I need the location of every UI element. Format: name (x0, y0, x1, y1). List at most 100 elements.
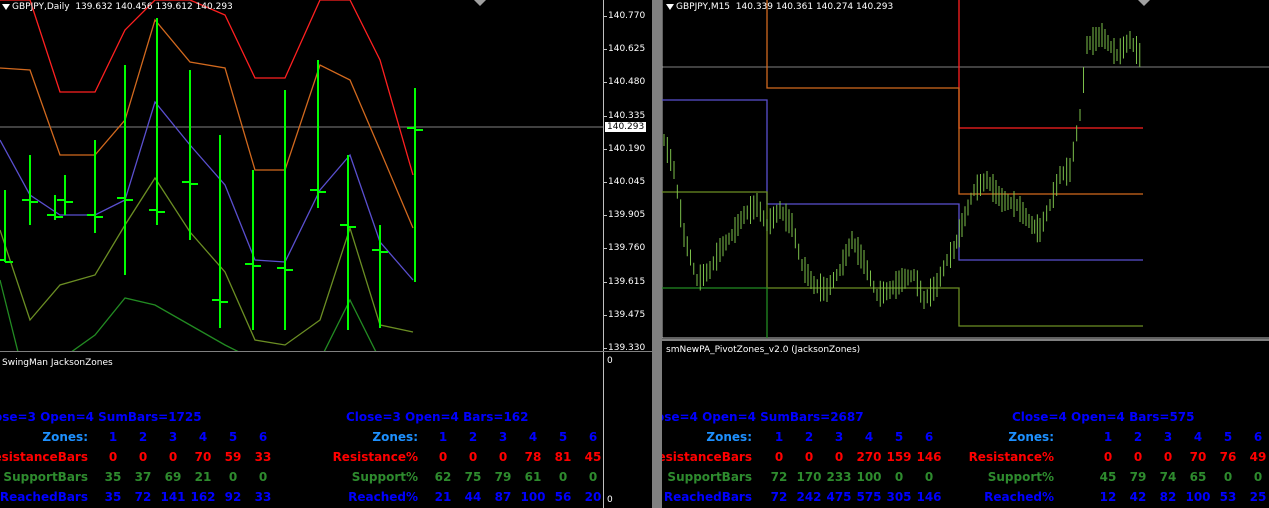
price-tick-label: 139.330 (608, 343, 646, 351)
stats-reach-value: 21 (434, 490, 452, 504)
stats-res-value: 76 (1219, 450, 1237, 464)
stats-sup-value: 0 (924, 470, 934, 484)
chart-tab-marker-icon (1138, 0, 1150, 6)
stats-reach-label: Reached% (348, 490, 418, 504)
price-tick-label: 140.770 (608, 11, 646, 21)
stats-reach-value: 575 (856, 490, 882, 504)
price-tick-label: 140.335 (608, 110, 646, 121)
stats-res-value: 270 (856, 450, 882, 464)
stats-reach-value: 44 (464, 490, 482, 504)
stats-sup-label: Support% (351, 470, 418, 484)
stats-zones-label: Zones: (1008, 430, 1054, 444)
price-tick-mark (603, 82, 607, 84)
left-price-chart[interactable]: GBPJPY,Daily 139.632 140.456 139.612 140… (0, 0, 652, 351)
price-tick-mark (603, 215, 607, 217)
price-tick-mark (603, 248, 607, 250)
price-tick-mark (603, 281, 607, 283)
stats-res-value: 81 (554, 450, 572, 464)
stats-zones-label: Zones: (42, 430, 88, 444)
stats-reach-value: 87 (494, 490, 512, 504)
chart-menu-triangle-icon[interactable] (666, 4, 674, 10)
stats-zones-value: 3 (1163, 430, 1173, 444)
pivot-zone-line (662, 191, 1143, 327)
right-price-chart[interactable]: GBPJPY,M15 140.339 140.361 140.274 140.2… (662, 0, 1269, 339)
stats-sup-value: 35 (104, 470, 122, 484)
stats-zones-value: 3 (498, 430, 508, 444)
right-chart-title: GBPJPY,M15 (676, 2, 731, 12)
stats-reach-value: 20 (584, 490, 602, 504)
stats-sup-value: 75 (464, 470, 482, 484)
stats-reach-value: 33 (254, 490, 272, 504)
stats-sup-value: 0 (588, 470, 598, 484)
stats-sup-value: 65 (1189, 470, 1207, 484)
stats-sup-value: 79 (494, 470, 512, 484)
stats-reach-value: 92 (224, 490, 242, 504)
stats-zones-value: 5 (894, 430, 904, 444)
stats-res-value: 59 (224, 450, 242, 464)
stats-reach-value: 72 (134, 490, 152, 504)
stats-res-label: Resistance% (332, 450, 418, 464)
right-chart-header: GBPJPY,M15 140.339 140.361 140.274 140.2… (676, 2, 893, 13)
stats-sup-value: 74 (1159, 470, 1177, 484)
stats-header: Close=3 Open=4 Bars=162 (346, 410, 529, 424)
left-chart-header: GBPJPY,Daily 139.632 140.456 139.612 140… (12, 2, 233, 13)
stats-reach-value: 12 (1099, 490, 1117, 504)
stats-sup-label: Support% (987, 470, 1054, 484)
price-tick-label: 140.045 (608, 177, 646, 187)
stats-reach-value: 305 (886, 490, 912, 504)
stats-zones-value: 5 (1223, 430, 1233, 444)
stats-res-value: 49 (1249, 450, 1267, 464)
stats-res-value: 70 (1189, 450, 1207, 464)
stats-zones-value: 4 (528, 430, 538, 444)
stats-zones-value: 2 (468, 430, 478, 444)
stats-reach-value: 100 (1185, 490, 1211, 504)
stats-zones-value: 4 (864, 430, 874, 444)
stats-zones-value: 5 (558, 430, 568, 444)
chart-tab-marker-icon (474, 0, 486, 6)
stats-zones-value: 2 (804, 430, 814, 444)
stats-res-value: 159 (886, 450, 912, 464)
stats-header: Close=4 Open=4 Bars=575 (1012, 410, 1195, 424)
price-tick-label: 139.760 (608, 243, 646, 254)
stats-header: ose=3 Open=4 SumBars=1725 (0, 410, 202, 424)
stats-res-value: 0 (1163, 450, 1173, 464)
stats-zones-value: 1 (438, 430, 448, 444)
stats-reach-value: 141 (160, 490, 186, 504)
price-tick-label: 139.475 (608, 309, 646, 320)
stats-sup-value: 79 (1129, 470, 1147, 484)
stats-zones-value: 4 (198, 430, 208, 444)
stats-zones-value: 6 (258, 430, 268, 444)
stats-zones-value: 1 (108, 430, 118, 444)
price-tick-label: 139.905 (608, 210, 646, 221)
pivot-zone-line (766, 0, 1143, 195)
stats-zones-value: 1 (1103, 430, 1113, 444)
stats-reach-value: 162 (190, 490, 216, 504)
stats-reach-value: 42 (1129, 490, 1147, 504)
stats-res-value: 70 (194, 450, 212, 464)
stats-reach-value: 35 (104, 490, 122, 504)
stats-sup-value: 0 (1253, 470, 1263, 484)
stats-reach-value: 25 (1249, 490, 1267, 504)
stats-zones-label: Zones: (706, 430, 752, 444)
stats-sup-value: 0 (558, 470, 568, 484)
chart-menu-triangle-icon[interactable] (2, 4, 10, 10)
right-indicator-panel[interactable]: smNewPA_PivotZones_v2.0 (JacksonZones) o… (662, 341, 1269, 508)
right-chart-canvas (662, 0, 1269, 339)
left-indicator-axis-top: 0 (607, 356, 613, 366)
stats-res-value: 0 (108, 450, 118, 464)
price-tick-mark (603, 148, 607, 150)
price-tick-label: 139.615 (608, 276, 646, 287)
left-indicator-panel[interactable]: 0 0 SwingMan JacksonZones ose=3 Open=4 S… (0, 352, 652, 508)
stats-res-value: 0 (834, 450, 844, 464)
stats-zones-value: 6 (924, 430, 934, 444)
stats-header: ose=4 Open=4 SumBars=2687 (662, 410, 864, 424)
stats-zones-value: 2 (138, 430, 148, 444)
price-tick-label: 140.625 (608, 44, 646, 55)
stats-zones-value: 5 (228, 430, 238, 444)
stats-zones-value: 2 (1133, 430, 1143, 444)
window-separator[interactable] (652, 0, 662, 508)
stats-res-value: 0 (1103, 450, 1113, 464)
left-chart-canvas (0, 0, 603, 351)
right-chart-ohlc: 140.339 140.361 140.274 140.293 (735, 2, 894, 12)
price-tick-label: 140.190 (608, 143, 646, 154)
